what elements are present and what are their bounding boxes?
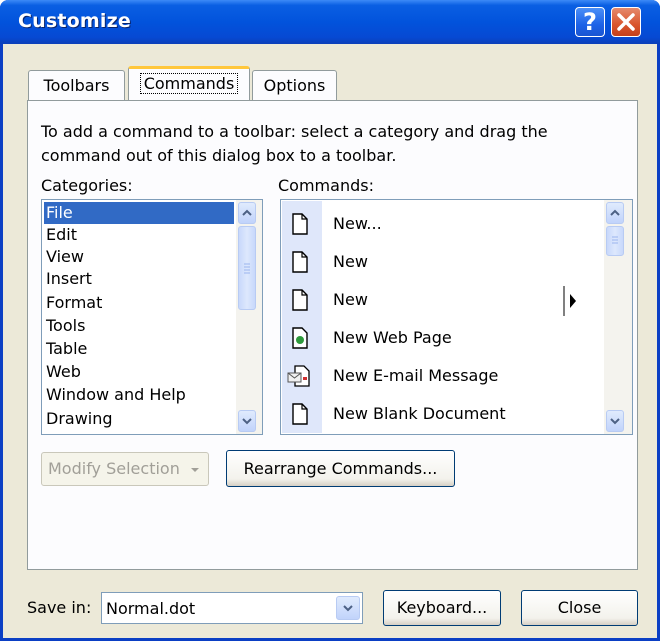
category-edit[interactable]: Edit: [44, 224, 234, 246]
tab-options-label: Options: [263, 76, 326, 95]
commands-scroll-thumb[interactable]: [606, 226, 624, 256]
category-view[interactable]: View: [44, 246, 234, 268]
category-drawing[interactable]: Drawing: [44, 408, 234, 430]
tab-options[interactable]: Options: [252, 70, 337, 100]
web-page-icon: [292, 327, 308, 349]
command-item[interactable]: New Web Page: [281, 319, 601, 357]
tab-commands[interactable]: Commands: [128, 66, 250, 100]
commands-scroll-down-button[interactable]: [606, 410, 624, 432]
command-label: New...: [333, 214, 382, 233]
submenu-arrow-icon: [563, 286, 576, 316]
modify-selection-label: Modify Selection: [48, 459, 180, 478]
close-button[interactable]: Close: [521, 590, 638, 626]
email-message-icon: [287, 365, 310, 387]
save-in-value: Normal.dot: [106, 599, 196, 618]
command-label: New Blank Document: [333, 404, 506, 423]
instructions-line-2: command out of this dialog box to a tool…: [41, 146, 397, 165]
modify-selection-button[interactable]: Modify Selection: [41, 452, 209, 486]
keyboard-button[interactable]: Keyboard...: [383, 590, 501, 626]
dropdown-arrow-icon: [191, 468, 199, 472]
grip-icon: [244, 263, 250, 274]
chevron-down-icon: [610, 418, 620, 425]
categories-scrollbar[interactable]: [236, 200, 262, 434]
chevron-down-icon: [242, 418, 252, 425]
close-label: Close: [557, 598, 602, 617]
category-table[interactable]: Table: [44, 338, 234, 360]
command-label: New: [333, 290, 368, 309]
categories-scroll-up-button[interactable]: [238, 202, 256, 224]
category-file[interactable]: File: [44, 202, 234, 224]
tab-toolbars[interactable]: Toolbars: [28, 70, 125, 100]
categories-label: Categories:: [41, 176, 133, 195]
rearrange-commands-button[interactable]: Rearrange Commands...: [226, 450, 455, 487]
tab-commands-label: Commands: [139, 73, 239, 94]
command-item[interactable]: New Blank Document: [281, 395, 601, 433]
command-label: New Web Page: [333, 328, 452, 347]
chevron-down-icon: [343, 605, 353, 612]
close-icon: [617, 13, 635, 31]
chevron-up-icon: [610, 209, 620, 216]
customize-dialog: Customize ? Toolbars Commands Options To…: [0, 0, 660, 641]
category-format[interactable]: Format: [44, 292, 234, 314]
commands-label: Commands:: [278, 176, 374, 195]
rearrange-commands-label: Rearrange Commands...: [243, 459, 438, 478]
categories-scroll-down-button[interactable]: [238, 410, 256, 432]
blank-document-icon: [292, 213, 308, 235]
command-item[interactable]: New E-mail Message: [281, 357, 601, 395]
tab-toolbars-label: Toolbars: [43, 76, 110, 95]
save-in-label: Save in:: [27, 598, 92, 617]
categories-listbox[interactable]: File Edit View Insert Format Tools Table…: [41, 199, 263, 435]
title-bar[interactable]: Customize ?: [0, 0, 660, 44]
category-tools[interactable]: Tools: [44, 315, 234, 337]
help-button[interactable]: ?: [575, 7, 605, 37]
command-label: New E-mail Message: [333, 366, 499, 385]
command-label: New: [333, 252, 368, 271]
commands-listbox[interactable]: New... New New New Web Page New E-mail M…: [280, 199, 633, 435]
save-in-dropdown-button[interactable]: [336, 596, 360, 620]
question-mark-icon: ?: [583, 8, 597, 36]
command-item[interactable]: New...: [281, 205, 601, 243]
save-in-select[interactable]: Normal.dot: [101, 592, 363, 624]
keyboard-label: Keyboard...: [396, 598, 488, 617]
blank-document-icon: [292, 403, 308, 425]
category-web[interactable]: Web: [44, 361, 234, 383]
chevron-up-icon: [242, 209, 252, 216]
instructions-line-1: To add a command to a toolbar: select a …: [41, 122, 548, 141]
category-insert[interactable]: Insert: [44, 268, 234, 290]
commands-scroll-up-button[interactable]: [606, 202, 624, 224]
command-item[interactable]: New: [281, 281, 601, 319]
categories-scroll-thumb[interactable]: [238, 226, 256, 310]
category-window-and-help[interactable]: Window and Help: [44, 384, 234, 406]
window-title: Customize: [18, 10, 131, 32]
grip-icon: [612, 236, 618, 244]
close-window-button[interactable]: [611, 7, 641, 37]
command-item[interactable]: New: [281, 243, 601, 281]
blank-document-icon: [292, 251, 308, 273]
commands-scrollbar[interactable]: [604, 200, 632, 434]
blank-document-icon: [292, 289, 308, 311]
